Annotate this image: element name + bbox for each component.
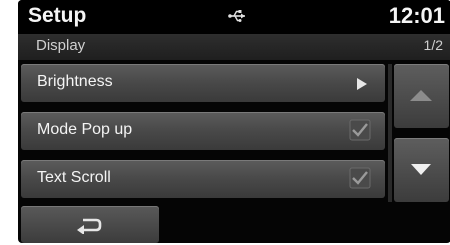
checkmark-icon[interactable] <box>349 167 371 194</box>
menu-item-label: Brightness <box>37 73 113 90</box>
arrow-down-icon <box>411 164 431 175</box>
setup-screen: Setup 12:01 Display 1/2 Brightness Mode … <box>18 0 450 243</box>
checkmark-icon[interactable] <box>349 119 371 146</box>
menu-item-label: Text Scroll <box>37 169 111 186</box>
back-button[interactable] <box>21 206 159 243</box>
screen-title: Setup <box>28 4 87 27</box>
back-arrow-icon <box>77 218 102 234</box>
menu-item-mode-pop-up[interactable]: Mode Pop up <box>21 112 385 150</box>
menu-item-text-scroll[interactable]: Text Scroll <box>21 160 385 198</box>
scroll-up-button[interactable] <box>394 64 449 128</box>
menu-item-brightness[interactable]: Brightness <box>21 64 385 102</box>
scroll-track <box>388 64 392 202</box>
status-bar: Setup 12:01 <box>18 0 450 34</box>
section-title: Display <box>36 37 86 54</box>
arrow-up-icon <box>410 90 432 101</box>
section-bar: Display 1/2 <box>18 34 450 60</box>
page-indicator: 1/2 <box>423 37 443 53</box>
menu-item-label: Mode Pop up <box>37 121 133 138</box>
chevron-right-icon <box>357 78 367 90</box>
usb-icon <box>228 9 246 28</box>
scroll-down-button[interactable] <box>394 138 449 202</box>
clock: 12:01 <box>388 3 445 28</box>
